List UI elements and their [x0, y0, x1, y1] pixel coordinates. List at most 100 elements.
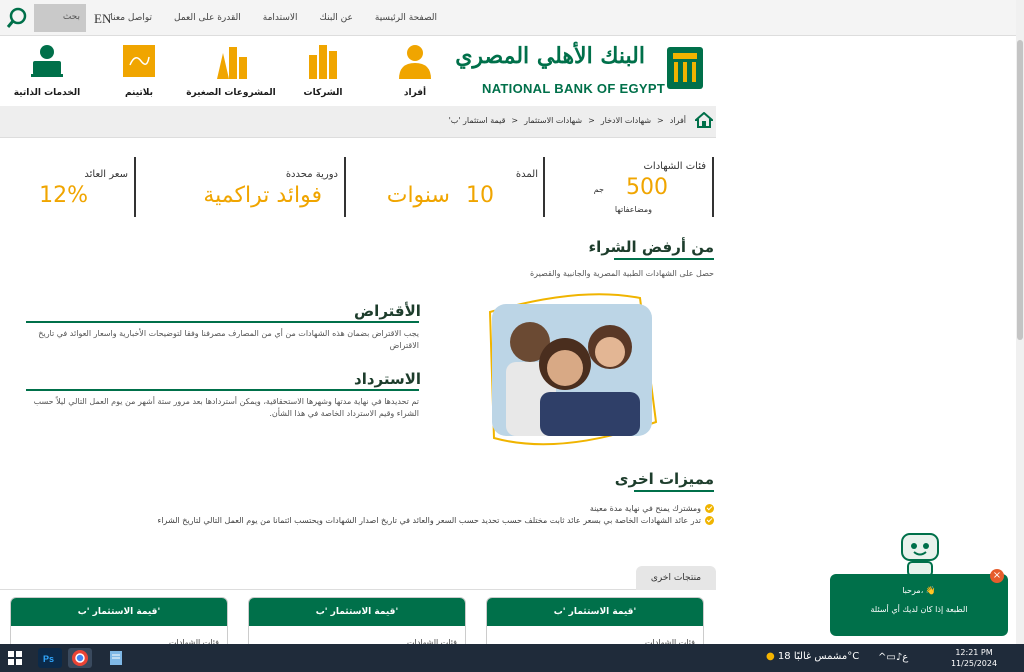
crumb-investment-certs[interactable]: شهادات الاستثمار — [524, 116, 582, 125]
windows-start-icon[interactable] — [8, 651, 22, 665]
scrollbar-thumb[interactable] — [1017, 40, 1023, 340]
chatbot-robot-icon[interactable] — [892, 530, 948, 578]
purchase-text: حصل على الشهادات الطبية المصرية والجانبي… — [529, 269, 714, 278]
search-icon — [6, 7, 27, 28]
chrome-app-icon[interactable] — [68, 648, 92, 668]
stat-divider — [344, 157, 346, 217]
stat-label: سعر العائد — [84, 169, 128, 180]
features-title: مميزات اخرى — [614, 470, 714, 488]
person-icon — [399, 45, 431, 79]
logo-emblem-icon — [667, 47, 703, 89]
stat-label: المدة — [515, 169, 538, 180]
top-nav: الصفحة الرئيسية عن البنك الاستدامة القدر… — [88, 13, 437, 23]
chat-popup[interactable]: مرحبا، 👋 الطبعة إذا كان لديك أي أسئلة — [830, 574, 1008, 636]
breadcrumb: أفراد < شهادات الادخار < شهادات الاستثمار <… — [0, 106, 716, 138]
product-card-title: قيمة الاستثمار 'ب' — [249, 598, 465, 626]
crumb-individuals[interactable]: أفراد — [670, 116, 686, 125]
family-photo — [488, 293, 658, 446]
crumb-savings[interactable]: شهادات الادخار — [601, 116, 651, 125]
category-sme[interactable]: المشروعات الصغيرة — [186, 43, 276, 98]
home-icon[interactable] — [695, 112, 713, 128]
network-icon[interactable]: ▭ — [886, 652, 895, 663]
stat-divider — [712, 157, 714, 217]
stat-value: 12% — [39, 183, 88, 208]
product-card[interactable]: قيمة الاستثمار 'ب' فئات الشهادات — [486, 597, 704, 647]
category-individuals[interactable]: أفراد — [370, 43, 460, 98]
product-card[interactable]: قيمة الاستثمار 'ب' فئات الشهادات — [10, 597, 228, 647]
section-underline — [26, 389, 419, 391]
product-card[interactable]: قيمة الاستثمار 'ب' فئات الشهادات — [248, 597, 466, 647]
stat-yield: سعر العائد 12% — [20, 155, 132, 217]
loan-text: يجب الاقتراض بضمان هذه الشهادات من أي من… — [38, 329, 419, 350]
check-icon — [705, 503, 714, 513]
list-item: ومشترك يمنح في نهاية مدة معينة — [158, 502, 714, 514]
small-business-icon — [217, 47, 247, 79]
category-label: الشركات — [303, 88, 343, 98]
weather-widget[interactable]: ● مشمس غالبًا 18°C — [766, 651, 859, 662]
bank-logo[interactable]: البنك الأهلي المصري NATIONAL BANK OF EGY… — [455, 41, 705, 99]
stat-label: دورية محددة — [285, 169, 338, 180]
stat-periodicity: دورية محددة فوائد تراكمية — [136, 155, 342, 217]
stat-label: فئات الشهادات — [643, 161, 707, 172]
logo-english: NATIONAL BANK OF EGYPT — [482, 81, 666, 96]
system-tray[interactable]: ^▭♪ع — [878, 652, 908, 663]
check-icon — [705, 515, 714, 525]
self-service-icon — [31, 45, 63, 77]
clock[interactable]: 12:21 PM 11/25/2024 — [950, 647, 998, 669]
photoshop-app-icon[interactable]: Ps — [38, 648, 62, 668]
product-card-title: قيمة الاستثمار 'ب' — [487, 598, 703, 626]
stat-value: 10 — [466, 183, 494, 208]
section-divider — [0, 589, 716, 590]
stat-value: 500 — [626, 175, 668, 200]
features-list: ومشترك يمنح في نهاية مدة معينة تدر عائد … — [158, 502, 714, 526]
category-self-service[interactable]: الخدمات الذاتية — [2, 43, 92, 98]
os-taskbar: Ps ● مشمس غالبًا 18°C ^▭♪ع 12:21 PM 11/2… — [0, 644, 1024, 672]
product-card-title: قيمة الاستثمار 'ب' — [11, 598, 227, 626]
logo-arabic: البنك الأهلي المصري — [455, 43, 645, 69]
purchase-title: من أرفض الشراء — [588, 238, 714, 256]
nav-about[interactable]: عن البنك — [320, 13, 353, 23]
stat-multiples: ومضاعفاتها — [614, 205, 652, 214]
search-button[interactable] — [0, 0, 34, 36]
platinum-icon — [123, 45, 155, 77]
chat-prompt: الطبعة إذا كان لديك أي أسئلة — [870, 605, 968, 614]
section-underline — [26, 321, 419, 323]
search-input[interactable]: بحث — [34, 4, 86, 32]
crumb-current: قيمة استثمار 'ب' — [448, 116, 506, 125]
page-scrollbar[interactable] — [1016, 0, 1024, 644]
buildings-icon — [309, 45, 337, 79]
chat-close-button[interactable]: × — [990, 569, 1004, 583]
input-language[interactable]: ع — [902, 652, 908, 663]
redemption-title: الاسترداد — [354, 370, 422, 388]
stat-value: فوائد تراكمية — [203, 183, 322, 208]
nav-careers[interactable]: القدرة على العمل — [174, 13, 241, 23]
chat-greeting: مرحبا، 👋 — [902, 586, 936, 595]
nav-home[interactable]: الصفحة الرئيسية — [375, 13, 437, 23]
sun-icon: ● — [766, 651, 775, 662]
stat-unit: جم — [593, 185, 604, 194]
category-label: أفراد — [403, 88, 427, 98]
notepad-app-icon[interactable] — [104, 648, 128, 668]
stat-divider — [134, 157, 136, 217]
breadcrumb-trail: أفراد < شهادات الادخار < شهادات الاستثمار <… — [448, 116, 686, 125]
certificate-stats: فئات الشهادات 500 جم ومضاعفاتها المدة 10… — [0, 155, 716, 217]
category-label: بلاتينم — [125, 88, 153, 98]
nav-sustainability[interactable]: الاستدامة — [263, 13, 298, 23]
redemption-text: تم تحديدها في نهاية مدتها وشهرها الاستحق… — [33, 397, 419, 418]
top-utility-bar: بحث EN الصفحة الرئيسية عن البنك الاستدام… — [0, 0, 1016, 36]
list-item: تدر عائد الشهادات الخاصة بي بسعر عائد ثا… — [158, 514, 714, 526]
section-underline — [614, 258, 714, 260]
category-corporates[interactable]: الشركات — [278, 43, 368, 98]
nav-contact[interactable]: تواصل معنا — [110, 13, 152, 23]
stat-duration: المدة 10 سنوات — [346, 155, 542, 217]
stat-unit: سنوات — [386, 183, 450, 208]
svg-text:Ps: Ps — [43, 654, 54, 664]
tab-other-products[interactable]: منتجات اخرى — [636, 566, 716, 590]
loan-title: الأقتراض — [354, 302, 421, 320]
stat-divider — [543, 157, 545, 217]
category-label: الخدمات الذاتية — [13, 88, 81, 98]
section-underline — [634, 490, 714, 492]
category-platinum[interactable]: بلاتينم — [94, 43, 184, 98]
stat-cert-denominations: فئات الشهادات 500 جم ومضاعفاتها — [560, 155, 710, 217]
close-icon: × — [992, 570, 1002, 581]
